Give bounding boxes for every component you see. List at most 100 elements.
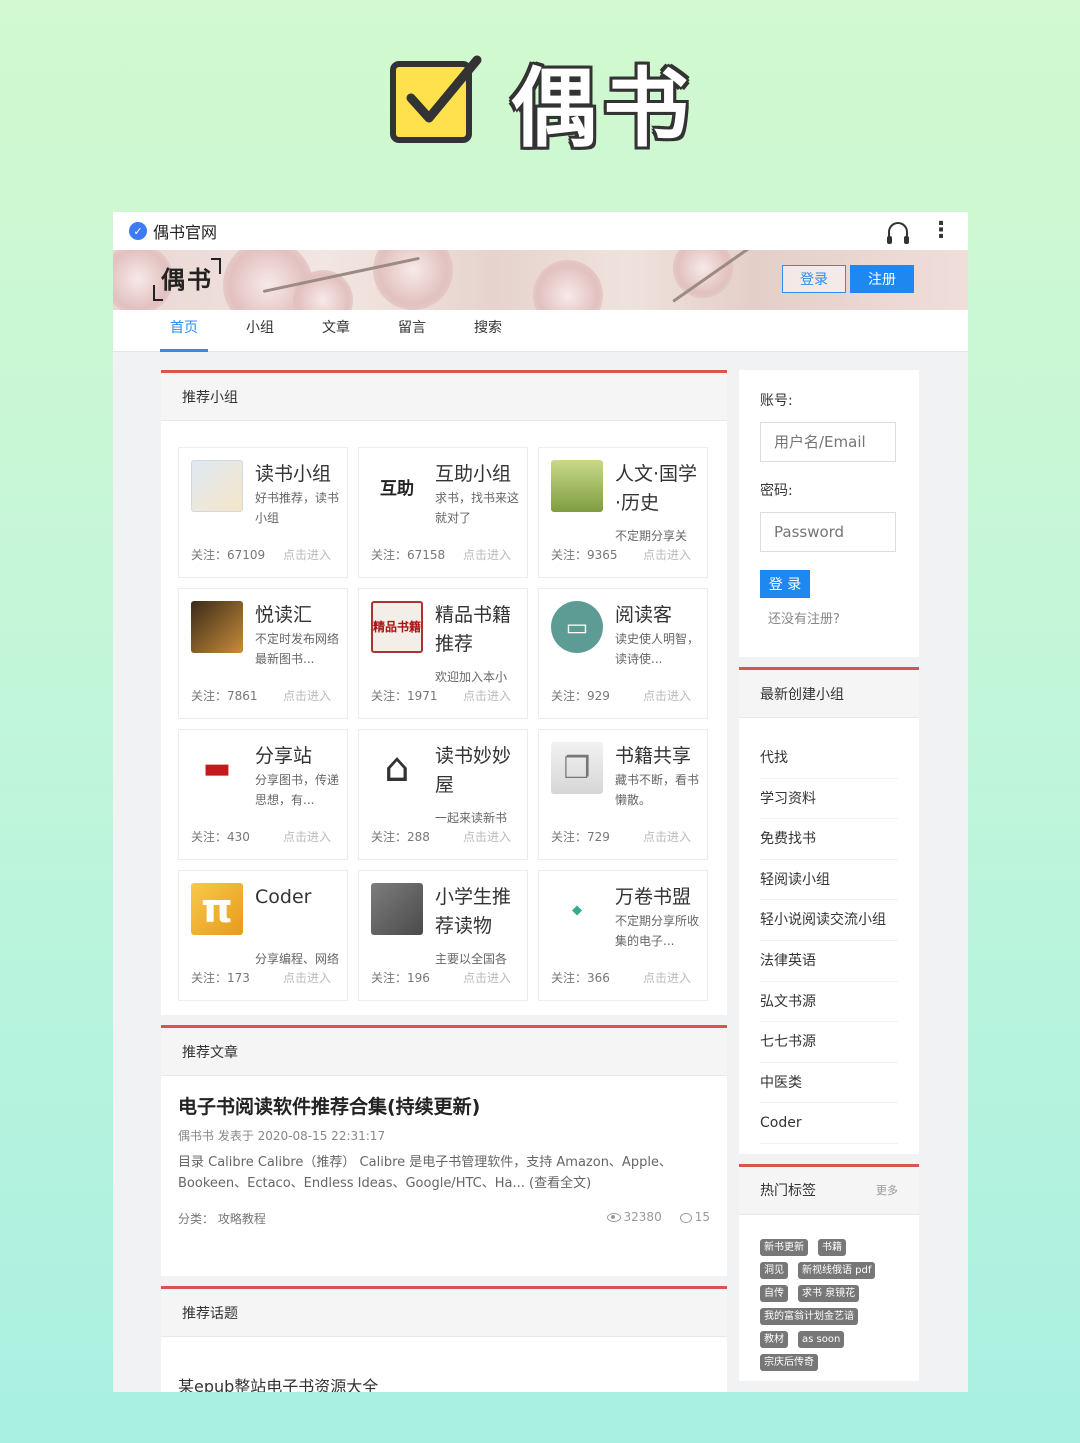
group-enter-link[interactable]: 点击进入 (463, 969, 511, 986)
group-name[interactable]: 分享站 (255, 742, 340, 771)
new-group-item[interactable]: 学习资料 (760, 779, 898, 820)
group-card[interactable]: 精品书籍 精品书籍推荐 欢迎加入本小 关注：1971 点击进入 (358, 588, 528, 719)
tag-chip[interactable]: as soon (798, 1330, 845, 1348)
tag-chip[interactable]: 求书 泉镜花 (798, 1284, 860, 1302)
group-name[interactable]: 读书小组 (255, 460, 340, 489)
tag-chip[interactable]: 新书更新 (760, 1238, 808, 1256)
group-card[interactable]: 读书小组 好书推荐，读书小组 关注：67109 点击进入 (178, 447, 348, 578)
header-banner: 偶书 登录 注册 (113, 250, 968, 310)
house-outline-icon: ⌂ (371, 742, 423, 794)
calligraphy-seal-icon: 精品书籍 (371, 601, 423, 653)
group-follow-count: 关注：729 (551, 830, 610, 844)
tag-chip[interactable]: 洞见 (760, 1261, 788, 1279)
new-group-item[interactable]: 法律英语 (760, 941, 898, 982)
group-name[interactable]: 万卷书盟 (615, 883, 700, 912)
nav-search[interactable]: 搜索 (464, 310, 512, 352)
group-card[interactable]: ▬ 分享站 分享图书，传递思想，有... 关注：430 点击进入 (178, 729, 348, 860)
group-name[interactable]: 读书妙妙屋 (435, 742, 520, 800)
group-card[interactable]: 小学生推荐读物 主要以全国各 关注：196 点击进入 (358, 870, 528, 1001)
group-card[interactable]: ⌂ 读书妙妙屋 一起来读新书 关注：288 点击进入 (358, 729, 528, 860)
comments-count: 15 (679, 1210, 710, 1227)
nav-articles[interactable]: 文章 (312, 310, 360, 352)
group-enter-link[interactable]: 点击进入 (463, 546, 511, 563)
group-enter-link[interactable]: 点击进入 (283, 687, 331, 704)
tag-chip[interactable]: 教材 (760, 1330, 788, 1348)
new-group-item[interactable]: 中医类 (760, 1063, 898, 1104)
group-desc: 好书推荐，读书小组 (255, 491, 340, 525)
register-button[interactable]: 注册 (850, 265, 914, 293)
group-name[interactable]: 精品书籍推荐 (435, 601, 520, 659)
nav-home[interactable]: 首页 (160, 310, 208, 352)
group-card[interactable]: ▭ 阅读客 读史使人明智，读诗使... 关注：929 点击进入 (538, 588, 708, 719)
new-group-item[interactable]: 免费找书 (760, 819, 898, 860)
group-enter-link[interactable]: 点击进入 (463, 828, 511, 845)
group-name[interactable]: 阅读客 (615, 601, 700, 630)
group-enter-link[interactable]: 点击进入 (643, 969, 691, 986)
new-groups-panel: 最新创建小组 代找 学习资料 免费找书 轻阅读小组 轻小说阅读交流小组 法律英语 弘文书源七… (739, 667, 919, 1154)
group-name[interactable]: 书籍共享 (615, 742, 700, 771)
book-open-icon (191, 460, 243, 512)
tags-list: 新书更新 书籍洞见 新视线俄语 pdf 自传 求书 泉镜花我的富翁计划金艺谙 教材 as s… (739, 1215, 899, 1381)
more-vertical-icon[interactable]: ⋮ (930, 220, 952, 242)
new-groups-list: 代找 学习资料 免费找书 轻阅读小组 轻小说阅读交流小组 法律英语 弘文书源 七七书源 中医类 C… (739, 718, 919, 1154)
new-group-item[interactable]: 弘文书源 (760, 982, 898, 1023)
nav-groups[interactable]: 小组 (236, 310, 284, 352)
group-enter-link[interactable]: 点击进入 (643, 687, 691, 704)
group-enter-link[interactable]: 点击进入 (283, 546, 331, 563)
group-enter-link[interactable]: 点击进入 (643, 546, 691, 563)
group-enter-link[interactable]: 点击进入 (283, 828, 331, 845)
tag-chip[interactable]: 新视线俄语 pdf (798, 1261, 876, 1279)
group-enter-link[interactable]: 点击进入 (463, 687, 511, 704)
group-card[interactable]: 悦读汇 不定时发布网络最新图书... 关注：7861 点击进入 (178, 588, 348, 719)
article-title[interactable]: 电子书阅读软件推荐合集(持续更新) (178, 1092, 710, 1119)
group-card[interactable]: 人文·国学·历史 不定期分享关 关注：9365 点击进入 (538, 447, 708, 578)
headset-icon[interactable] (887, 222, 909, 244)
group-card[interactable]: ❐ 书籍共享 藏书不断，看书懒散。 关注：729 点击进入 (538, 729, 708, 860)
group-enter-link[interactable]: 点击进入 (283, 969, 331, 986)
group-desc: 求书，找书来这就对了 (435, 491, 520, 525)
poster-title: 偶书 (511, 58, 695, 159)
article-category[interactable]: 分类： 攻略教程 (178, 1210, 266, 1227)
recommended-topics-panel: 推荐话题 某epub整站电子书资源大全 (161, 1286, 727, 1392)
group-name[interactable]: 悦读汇 (255, 601, 340, 630)
sidebar-login-button[interactable]: 登 录 (760, 570, 810, 598)
account-input[interactable] (760, 422, 896, 462)
verified-check-icon: ✓ (129, 222, 147, 240)
group-desc: 不定期分享所收集的电子... (615, 914, 700, 948)
article-item[interactable]: 电子书阅读软件推荐合集(持续更新) 偶书书 发表于 2020-08-15 22:… (161, 1076, 727, 1276)
nav-messages[interactable]: 留言 (388, 310, 436, 352)
login-button[interactable]: 登录 (782, 265, 846, 293)
group-card[interactable]: π Coder 分享编程、网络安全书籍... 关注：173 点击进入 (178, 870, 348, 1001)
new-group-item[interactable]: Coder (760, 1103, 898, 1144)
main-nav: 首页 小组 文章 留言 搜索 (113, 310, 968, 352)
calligraphy-scroll-icon (371, 883, 423, 935)
website-screenshot: ✓ 偶书官网 ⋮ 偶书 登录 注册 首页 小组 文章 留言 搜索 推荐小组 读书 (113, 212, 968, 1392)
group-name[interactable]: 互助小组 (435, 460, 520, 489)
topic-item[interactable]: 某epub整站电子书资源大全 (161, 1337, 727, 1392)
new-group-item[interactable]: 轻阅读小组 (760, 860, 898, 901)
password-input[interactable] (760, 512, 896, 552)
group-desc: 读史使人明智，读诗使... (615, 632, 700, 666)
group-enter-link[interactable]: 点击进入 (643, 828, 691, 845)
new-group-item[interactable]: 轻小说阅读交流小组 (760, 900, 898, 941)
tag-chip[interactable]: 我的富翁计划金艺谙 (760, 1307, 858, 1325)
group-follow-count: 关注：929 (551, 689, 610, 703)
group-name[interactable]: 人文·国学·历史 (615, 460, 700, 518)
tag-chip[interactable]: 自传 (760, 1284, 788, 1302)
tag-chip[interactable]: 书籍 (818, 1238, 846, 1256)
views-count: 32380 (606, 1210, 662, 1227)
new-group-item[interactable]: 七七书源 (760, 1022, 898, 1063)
group-desc: 分享编程、网络安全书籍... (255, 952, 340, 966)
register-link[interactable]: 还没有注册? (760, 608, 898, 627)
hot-tags-title: 热门标签 (760, 1183, 816, 1200)
tag-chip[interactable]: 宗庆后传奇 (760, 1353, 818, 1371)
new-group-item[interactable]: 代找 (760, 738, 898, 779)
group-card[interactable]: ⬩ 万卷书盟 不定期分享所收集的电子... 关注：366 点击进入 (538, 870, 708, 1001)
group-name[interactable]: 小学生推荐读物 (435, 883, 520, 941)
brand-logo[interactable]: 偶书 (153, 258, 221, 301)
more-tags-link[interactable]: 更多 (876, 1182, 898, 1198)
group-card[interactable]: 互助 互助小组 求书，找书来这就对了 关注：67158 点击进入 (358, 447, 528, 578)
mutual-aid-logo-icon: 互助 (371, 460, 423, 512)
group-desc: 一起来读新书 (435, 811, 508, 825)
group-name[interactable]: Coder (255, 883, 340, 912)
